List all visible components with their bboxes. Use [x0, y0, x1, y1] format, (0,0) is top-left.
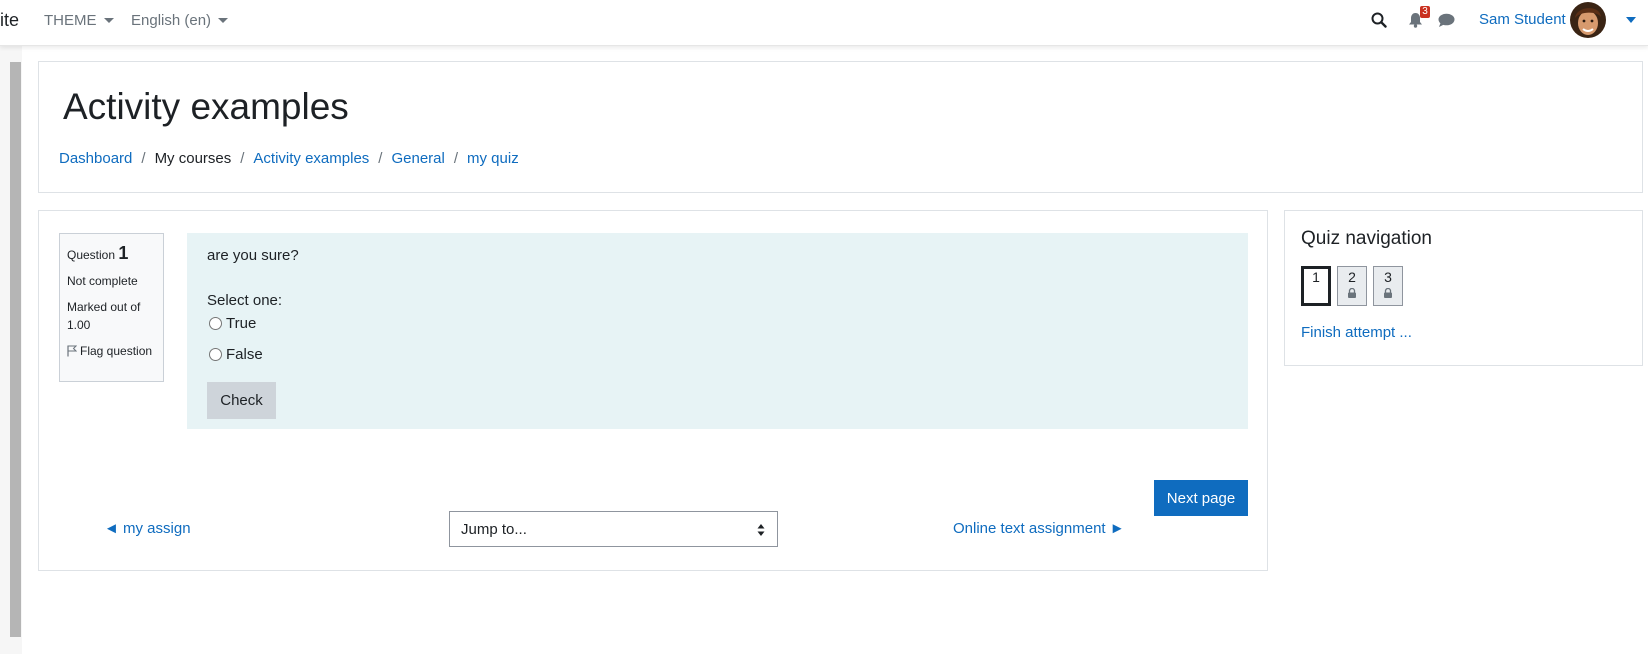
next-page-button[interactable]: Next page [1154, 480, 1248, 516]
breadcrumb-my-courses: My courses [154, 150, 232, 167]
radio-false[interactable] [209, 348, 222, 361]
answer-option-false[interactable]: False [209, 346, 263, 363]
select-prompt: Select one: [207, 292, 283, 309]
breadcrumb-activity-examples[interactable]: Activity examples [253, 150, 369, 167]
select-arrows-icon [757, 523, 765, 541]
flag-question-toggle[interactable]: Flag question [67, 342, 156, 360]
theme-menu-label: THEME [44, 12, 97, 29]
question-text: are you sure? [207, 247, 299, 264]
question-number-value: 1 [118, 243, 129, 263]
question-grade: Marked out of 1.00 [67, 300, 141, 332]
jump-to-value: Jump to... [461, 520, 527, 538]
chevron-down-icon [103, 18, 114, 23]
search-icon[interactable] [1371, 12, 1387, 32]
user-name[interactable]: Sam Student [1479, 11, 1566, 28]
scrollbar-thumb[interactable] [10, 62, 21, 637]
quiz-navigation-title: Quiz navigation [1301, 228, 1432, 249]
breadcrumb-separator: / [378, 150, 383, 167]
quiz-navigation-block: Quiz navigation 1 2 3 Finish attempt ... [1284, 210, 1643, 366]
question-number: Question 1 [67, 243, 129, 263]
breadcrumb-general[interactable]: General [391, 150, 444, 167]
answer-option-label: False [226, 346, 263, 363]
breadcrumb-separator: / [141, 150, 146, 167]
quiz-question-buttons: 1 2 3 [1301, 266, 1409, 306]
notification-badge: 3 [1420, 6, 1430, 18]
jump-to-select[interactable]: Jump to... [449, 511, 778, 547]
lock-icon [1383, 285, 1393, 301]
question-content: are you sure? Select one: True False Che… [187, 233, 1248, 429]
breadcrumb-my-quiz[interactable]: my quiz [467, 150, 519, 167]
previous-activity-link[interactable]: ◄ my assign [104, 520, 191, 537]
site-brand[interactable]: ite [0, 10, 19, 31]
lock-icon [1347, 285, 1357, 301]
answer-option-true[interactable]: True [209, 315, 256, 332]
quiz-nav-question-1[interactable]: 1 [1301, 266, 1331, 306]
question-info: Question 1 Not complete Marked out of 1.… [59, 233, 164, 382]
next-activity-link[interactable]: Online text assignment ► [953, 520, 1125, 537]
breadcrumb-dashboard[interactable]: Dashboard [59, 150, 132, 167]
page-title: Activity examples [63, 86, 349, 127]
theme-menu[interactable]: THEME [44, 12, 114, 29]
breadcrumb-separator: / [240, 150, 245, 167]
chevron-down-icon [218, 18, 229, 23]
finish-attempt-link[interactable]: Finish attempt ... [1301, 324, 1412, 341]
check-button[interactable]: Check [207, 382, 276, 419]
breadcrumb: Dashboard / My courses / Activity exampl… [59, 150, 519, 167]
user-avatar[interactable] [1570, 2, 1606, 38]
quiz-nav-question-3[interactable]: 3 [1373, 266, 1403, 306]
flag-icon [67, 345, 77, 357]
chevron-down-icon[interactable] [1626, 17, 1636, 23]
main-region: Question 1 Not complete Marked out of 1.… [38, 210, 1268, 571]
flag-question-label: Flag question [80, 344, 153, 358]
quiz-nav-question-2[interactable]: 2 [1337, 266, 1367, 306]
chat-bubble-icon[interactable] [1438, 13, 1455, 32]
radio-true[interactable] [209, 317, 222, 330]
top-navbar: ite THEME English (en) 3 Sam Student [0, 0, 1648, 46]
breadcrumb-separator: / [453, 150, 459, 167]
language-menu[interactable]: English (en) [131, 12, 229, 29]
question-status: Not complete [67, 274, 138, 288]
page-header: Activity examples Dashboard / My courses… [38, 61, 1643, 193]
answer-option-label: True [226, 315, 257, 332]
language-menu-label: English (en) [131, 12, 212, 29]
